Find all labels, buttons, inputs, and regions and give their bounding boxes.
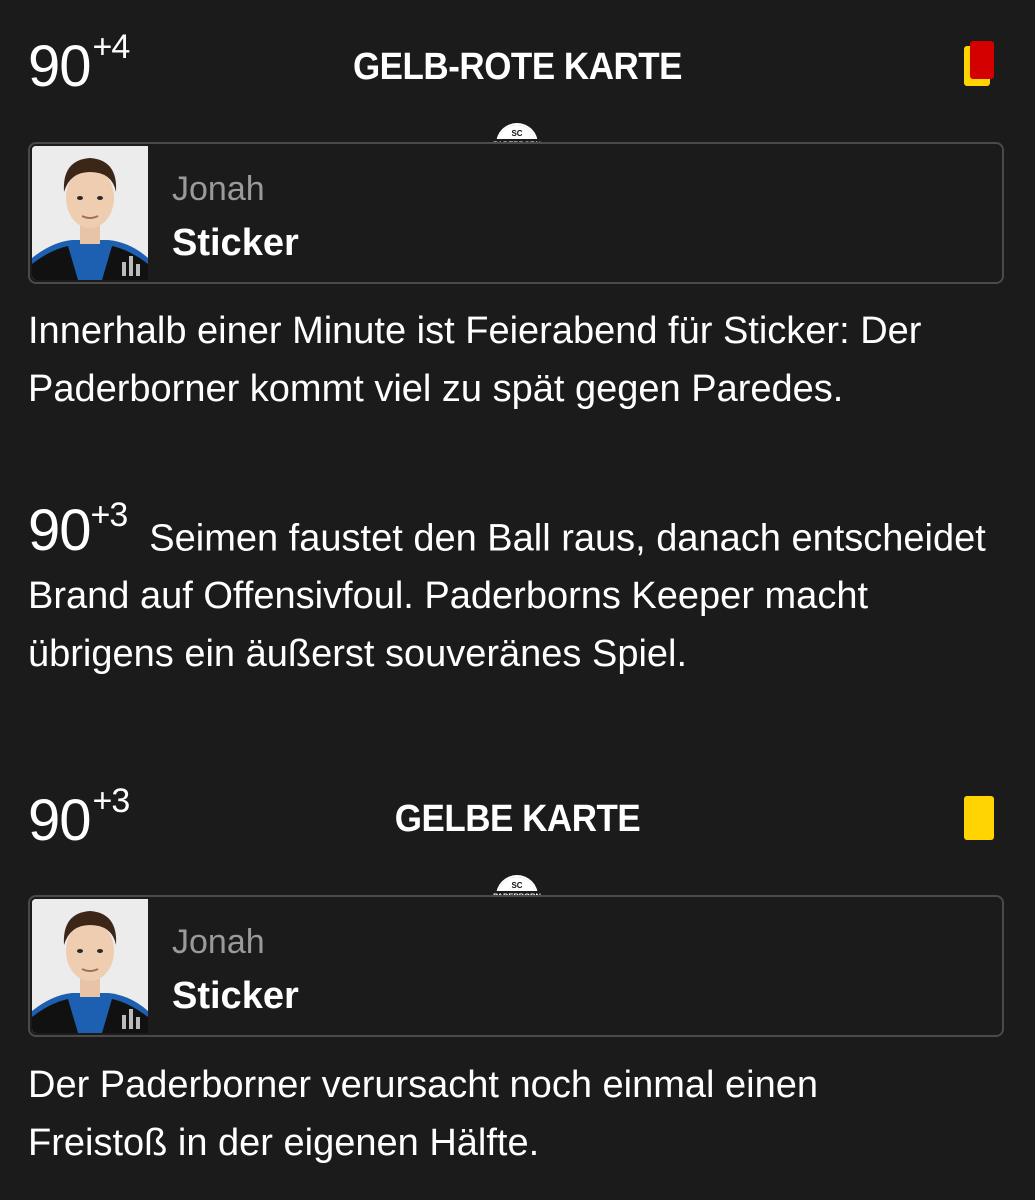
event-description-block: 90+3Seimen faustet den Ball raus, danach… xyxy=(28,490,988,683)
event-title: GELBE KARTE xyxy=(394,798,641,840)
yellow-card-icon xyxy=(962,794,996,847)
player-last-name: Sticker xyxy=(172,975,299,1017)
event-description: Der Paderborner verursacht noch einmal e… xyxy=(28,1064,818,1164)
event-description: Seimen faustet den Ball raus, danach ent… xyxy=(28,517,986,676)
event-minute: 90+3 xyxy=(28,496,129,564)
player-last-name: Sticker xyxy=(172,222,299,264)
player-first-name: Jonah xyxy=(172,923,265,961)
extra-time: +3 xyxy=(90,496,129,534)
yellow-red-card-icon xyxy=(962,40,996,93)
player-card[interactable]: Jonah Sticker xyxy=(28,895,1004,1037)
club-logo-sc: SC xyxy=(511,881,522,890)
player-photo xyxy=(32,146,148,280)
player-card[interactable]: Jonah Sticker xyxy=(28,142,1004,284)
player-first-name: Jonah xyxy=(172,170,265,208)
club-logo-sc: SC xyxy=(511,129,522,138)
event-description: Innerhalb einer Minute ist Feierabend fü… xyxy=(28,310,922,410)
player-photo xyxy=(32,899,148,1033)
event-title: GELB-ROTE KARTE xyxy=(352,46,683,88)
